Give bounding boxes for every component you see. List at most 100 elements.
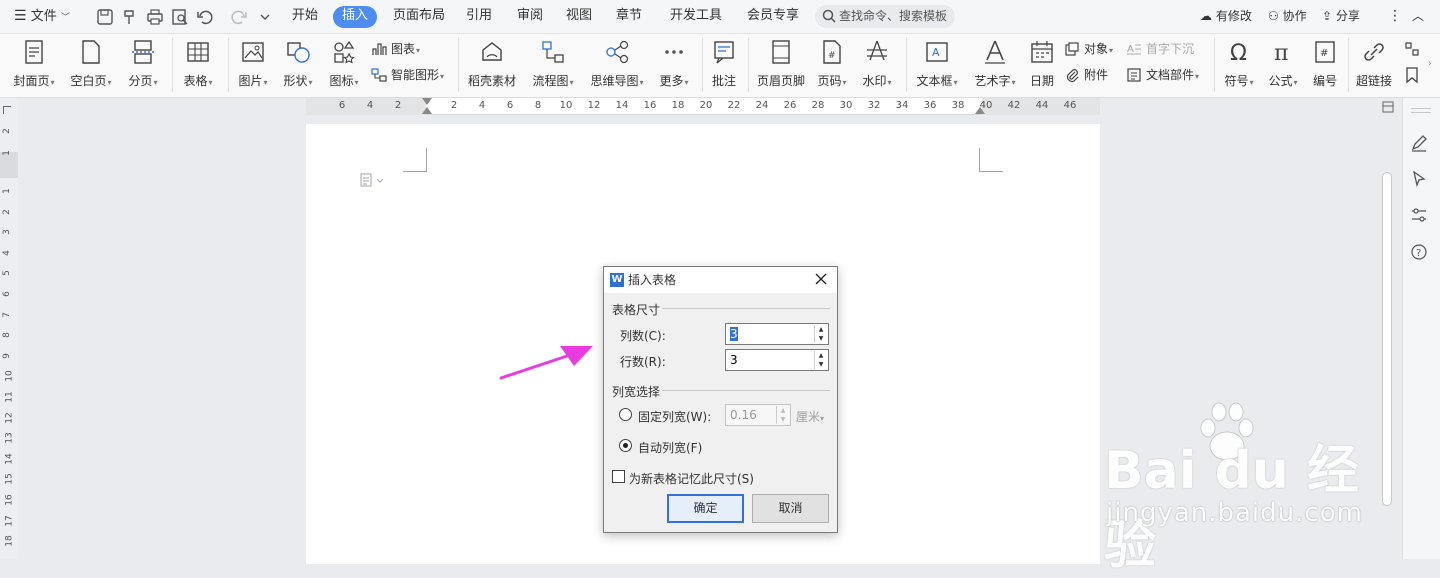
textbox-button[interactable]: A 文本框▾ [912, 38, 962, 94]
quick-access-dropdown-icon[interactable] [256, 8, 274, 26]
rows-spinner[interactable]: ▲ ▼ [725, 349, 829, 371]
columns-input[interactable] [726, 324, 812, 344]
cover-page-button[interactable]: 封面页▾ [10, 38, 58, 94]
ruler-number: 12 [587, 100, 601, 111]
tab-home[interactable]: 开始 [286, 6, 324, 28]
ruler-toggle-icon[interactable] [1382, 101, 1394, 113]
horizontal-ruler[interactable]: 6 4 2 2 4 6 8 10 12 14 16 18 20 22 24 26 28 30 32 34 36 38 40 4… [306, 98, 1100, 115]
scrollbar-thumb[interactable] [1382, 172, 1392, 506]
share-button[interactable]: ⇪ 分享 [1322, 0, 1360, 34]
numbering-button[interactable]: # 编号 [1308, 38, 1342, 94]
chart-button[interactable]: 图表▾ [371, 38, 420, 60]
format-painter-icon[interactable] [121, 8, 139, 26]
file-menu[interactable]: ☰ 文件 ﹀ [14, 0, 70, 34]
spin-up-icon[interactable]: ▲ [815, 325, 827, 334]
width-group-title: 列宽选择 [612, 385, 661, 399]
remember-size-checkbox[interactable] [612, 470, 625, 483]
watermark-button[interactable]: 水印▾ [858, 38, 896, 94]
document-parts-button[interactable]: 文档部件▾ [1126, 64, 1199, 86]
search-box[interactable]: 查找命令、搜索模板 [815, 5, 955, 28]
cloud-icon: ☁ [1200, 9, 1212, 23]
hanging-indent-marker[interactable] [422, 107, 432, 114]
first-line-indent-marker[interactable] [422, 98, 432, 105]
date-button[interactable]: 日期 [1026, 38, 1058, 94]
daoke-assets-button[interactable]: 稻壳素材 [464, 38, 520, 94]
attachment-button[interactable]: 附件 [1064, 64, 1108, 86]
picture-button[interactable]: 图片▾ [234, 38, 272, 94]
dialog-title-bar[interactable]: W 插入表格 [604, 267, 837, 293]
ruler-number: 6 [506, 100, 514, 111]
icon-library-button[interactable]: 图标▾ [324, 38, 364, 94]
fixed-width-input[interactable] [726, 405, 776, 425]
auto-width-radio[interactable] [619, 439, 632, 452]
table-button[interactable]: 表格▾ [178, 38, 218, 94]
tab-references[interactable]: 引用 [460, 6, 498, 28]
ruler-number: 8 [534, 100, 542, 111]
print-icon[interactable] [146, 8, 164, 26]
unit-dropdown[interactable]: 厘米▾ [796, 408, 824, 425]
tab-stop-icon[interactable] [3, 106, 11, 114]
page-break-button[interactable]: 分页▾ [124, 38, 162, 94]
flowchart-button[interactable]: 流程图▾ [528, 38, 578, 94]
tab-page-layout[interactable]: 页面布局 [387, 6, 451, 28]
ok-button[interactable]: 确定 [667, 494, 744, 523]
calendar-icon [1031, 41, 1053, 63]
cancel-button[interactable]: 取消 [752, 494, 829, 523]
hyperlink-button[interactable]: 超链接 [1354, 38, 1394, 94]
spin-up-icon[interactable]: ▲ [777, 406, 789, 415]
svg-text:A: A [932, 46, 940, 59]
spin-down-icon[interactable]: ▼ [815, 334, 827, 343]
svg-text:Ω: Ω [1230, 41, 1247, 66]
tab-view[interactable]: 视图 [560, 6, 598, 28]
ruler-number: 2 [394, 100, 402, 111]
redo-icon[interactable] [230, 8, 248, 26]
help-icon[interactable]: ? [1410, 243, 1428, 261]
spin-down-icon[interactable]: ▼ [777, 415, 789, 424]
changes-status[interactable]: ☁ 有修改 [1200, 0, 1252, 34]
more-options-icon[interactable]: ⋮ [1388, 0, 1402, 34]
paragraph-layout-icon[interactable] [360, 173, 386, 187]
print-preview-icon[interactable] [171, 8, 189, 26]
columns-spinner[interactable]: 3 ▲ ▼ [725, 323, 829, 345]
ribbon-scroll-right-icon[interactable]: › [1428, 59, 1432, 69]
page-number-button[interactable]: # 页码▾ [814, 38, 850, 94]
right-indent-marker[interactable] [975, 107, 985, 114]
mindmap-button[interactable]: 思维导图▾ [586, 38, 648, 94]
object-button[interactable]: 对象▾ [1064, 38, 1113, 60]
tab-developer[interactable]: 开发工具 [664, 6, 728, 28]
tab-review[interactable]: 审阅 [511, 6, 549, 28]
spin-down-icon[interactable]: ▼ [815, 360, 827, 369]
rows-input[interactable] [726, 350, 812, 370]
crossref-icon[interactable] [1403, 40, 1421, 58]
blank-page-button[interactable]: 空白页▾ [66, 38, 116, 94]
settings-sliders-icon[interactable] [1410, 206, 1428, 224]
shape-button[interactable]: 形状▾ [278, 38, 318, 94]
tab-section[interactable]: 章节 [610, 6, 648, 28]
spin-up-icon[interactable]: ▲ [815, 351, 827, 360]
pen-edit-icon[interactable] [1410, 134, 1428, 152]
collab-button[interactable]: ⚇ 协作 [1268, 0, 1307, 34]
wordart-button[interactable]: 艺术字▾ [970, 38, 1020, 94]
save-icon[interactable] [96, 8, 114, 26]
ruler-number: 6 [338, 100, 346, 111]
fixed-width-radio[interactable] [619, 408, 632, 421]
undo-icon[interactable] [196, 8, 214, 26]
fixed-width-spinner[interactable]: ▲ ▼ [725, 404, 791, 426]
collapse-ribbon-icon[interactable]: ︿ [1412, 0, 1424, 34]
header-footer-button[interactable]: 页眉页脚 [754, 38, 808, 94]
close-icon[interactable] [813, 271, 829, 287]
cursor-select-icon[interactable] [1410, 170, 1428, 188]
comment-button[interactable]: 批注 [708, 38, 740, 94]
symbol-button[interactable]: Ω 符号▾ [1220, 38, 1258, 94]
bookmark-icon[interactable] [1403, 66, 1421, 84]
dropcap-button[interactable]: A 首字下沉 [1126, 38, 1194, 60]
formula-button[interactable]: π 公式▾ [1264, 38, 1302, 94]
ruler-number: 4 [1, 249, 12, 256]
more-button[interactable]: 更多▾ [654, 38, 694, 94]
tab-member[interactable]: 会员专享 [741, 6, 805, 28]
smart-art-button[interactable]: 智能图形▾ [371, 64, 444, 86]
fixed-width-label: 固定列宽(W): [638, 410, 712, 424]
vertical-scrollbar[interactable] [1380, 117, 1394, 559]
tab-insert[interactable]: 插入 [333, 6, 378, 28]
vertical-ruler[interactable]: 2 1 1 2 3 4 5 6 7 8 9 10 11 12 13 14 15 16 17 18 [0, 98, 18, 559]
